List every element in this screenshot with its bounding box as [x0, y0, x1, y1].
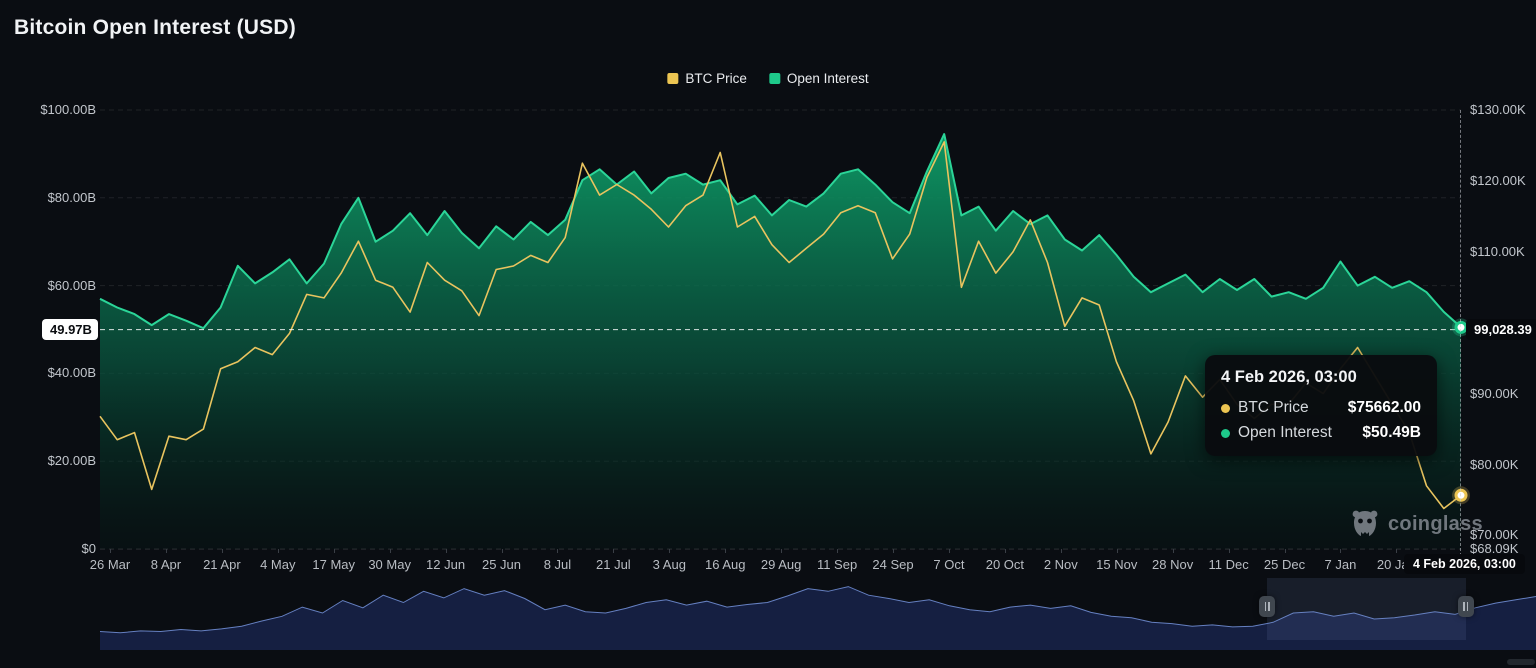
x-axis-tick-mark: [1172, 549, 1174, 553]
x-axis-tick-mark: [948, 549, 950, 553]
y-axis-left-tick-label: $0: [81, 541, 96, 556]
x-axis-tick-mark: [110, 549, 111, 553]
x-axis-tick-label: 11 Dec: [1208, 557, 1249, 572]
legend-item-btc-price[interactable]: BTC Price: [667, 71, 747, 86]
tooltip-date: 4 Feb 2026, 03:00: [1221, 368, 1357, 386]
x-axis-tick-mark: [1284, 549, 1286, 553]
x-axis-tick-mark: [1340, 549, 1342, 553]
x-axis-tick-label: 11 Sep: [816, 557, 858, 572]
open-interest-area: [100, 134, 1461, 549]
y-axis-right-tick-label: $130.00K: [1470, 102, 1526, 117]
tooltip-value: $50.49B: [1362, 424, 1421, 441]
x-axis-tick-label: 12 Jun: [426, 557, 466, 572]
x-axis-tick-mark: [333, 549, 335, 553]
x-axis-tick-mark: [837, 549, 839, 553]
coinglass-watermark: coinglass: [1350, 508, 1483, 540]
y-axis-right-tick-label: $90.00K: [1470, 385, 1519, 401]
x-axis-tick-label: 3 Aug: [652, 557, 686, 572]
btc-price-dot-icon: [1221, 403, 1230, 413]
current-date-pill: 4 Feb 2026, 03:00: [1404, 554, 1525, 574]
legend-label: Open Interest: [786, 71, 869, 86]
y-axis-right-tick-label: $110.00K: [1470, 243, 1525, 259]
x-axis-tick-label: 29 Aug: [760, 557, 802, 572]
tooltip-label: Open Interest: [1238, 424, 1332, 441]
y-axis-right-tick-label: $80.00K: [1470, 456, 1519, 472]
x-axis-tick-mark: [221, 549, 223, 553]
y-axis-right-tick-label: $120.00K: [1470, 172, 1526, 188]
x-axis-tick-mark: [669, 549, 671, 553]
x-axis-tick-mark: [501, 549, 503, 553]
tooltip-value: $75662.00: [1347, 399, 1421, 416]
btc-price-swatch-icon: [667, 73, 679, 84]
crosshair-vertical-line: [1460, 110, 1461, 556]
x-axis-tick-label: 8 Apr: [150, 557, 182, 572]
x-axis-tick-label: 8 Jul: [543, 557, 572, 572]
x-axis-tick-label: 17 May: [312, 557, 356, 572]
navigator-selection[interactable]: [1267, 578, 1466, 640]
x-axis-tick-label: 28 Nov: [1152, 557, 1194, 572]
coinglass-logo-icon: [1352, 510, 1378, 536]
x-axis-tick-mark: [389, 549, 391, 553]
current-right-axis-pill: 99,028.39: [1466, 319, 1536, 340]
scroll-indicator: [1507, 659, 1535, 665]
x-axis-tick-label: 26 Mar: [89, 557, 131, 572]
y-axis-left-tick-label: $40.00B: [47, 365, 96, 381]
x-axis-tick-label: 2 Nov: [1043, 557, 1078, 572]
x-axis-tick-mark: [165, 549, 167, 553]
x-axis-tick-mark: [557, 549, 559, 553]
navigator-handle-left[interactable]: [1259, 596, 1276, 617]
watermark-text: coinglass: [1388, 512, 1483, 535]
x-axis-tick-label: 30 May: [368, 557, 411, 572]
open-interest-dot-icon: [1221, 428, 1230, 438]
page-title: Bitcoin Open Interest (USD): [14, 16, 296, 39]
x-axis-tick-label: 20 Oct: [985, 557, 1025, 572]
x-axis-tick-label: 16 Aug: [704, 557, 746, 572]
x-axis-tick-label: 25 Dec: [1263, 557, 1306, 572]
chart-tooltip: 4 Feb 2026, 03:00 BTC Price $75662.00 Op…: [1205, 355, 1437, 456]
legend-item-open-interest[interactable]: Open Interest: [768, 71, 869, 86]
open-interest-swatch-icon: [768, 73, 780, 84]
x-axis-tick-mark: [613, 549, 615, 553]
y-axis-left-tick-label: $20.00B: [47, 453, 96, 469]
x-axis-tick-mark: [1004, 549, 1006, 553]
tooltip-label: BTC Price: [1238, 399, 1309, 416]
x-axis-tick-label: 21 Jul: [596, 557, 631, 572]
x-axis-tick-mark: [781, 549, 783, 553]
legend-label: BTC Price: [685, 71, 747, 86]
btc-price-last-marker: [1454, 488, 1468, 502]
y-axis-left-tick-label: $100.00B: [40, 102, 96, 117]
x-axis-tick-mark: [1060, 549, 1062, 553]
x-axis-tick-label: 7 Jan: [1324, 557, 1357, 572]
current-open-interest-pill: 49.97B: [42, 319, 98, 340]
x-axis-tick-mark: [277, 549, 279, 553]
x-axis-tick-label: 15 Nov: [1096, 557, 1138, 572]
x-axis-tick-mark: [1396, 549, 1398, 553]
x-axis-tick-label: 7 Oct: [933, 557, 965, 572]
main-chart[interactable]: [99, 109, 1470, 550]
x-axis-tick-mark: [1228, 549, 1230, 553]
x-axis-tick-label: 24 Sep: [872, 557, 914, 572]
x-axis-tick-label: 21 Apr: [203, 557, 241, 572]
y-axis-left-tick-label: $60.00B: [47, 277, 96, 293]
navigator-handle-right[interactable]: [1457, 596, 1474, 617]
y-axis-left-tick-label: $80.00B: [47, 189, 96, 205]
x-axis-tick-mark: [1116, 549, 1118, 553]
x-axis-tick-mark: [445, 549, 447, 553]
bitcoin-open-interest-page: Bitcoin Open Interest (USD) BTC Price Op…: [0, 0, 1536, 668]
x-axis-tick-label: 4 May: [260, 557, 296, 572]
open-interest-last-marker: [1454, 320, 1468, 334]
x-axis-tick-mark: [893, 549, 895, 553]
x-axis-tick-label: 25 Jun: [481, 557, 522, 572]
tooltip-row-btc-price: BTC Price $75662.00: [1221, 399, 1421, 417]
x-axis-tick-mark: [725, 549, 727, 553]
tooltip-row-open-interest: Open Interest $50.49B: [1221, 424, 1421, 442]
chart-legend: BTC Price Open Interest: [667, 71, 869, 86]
